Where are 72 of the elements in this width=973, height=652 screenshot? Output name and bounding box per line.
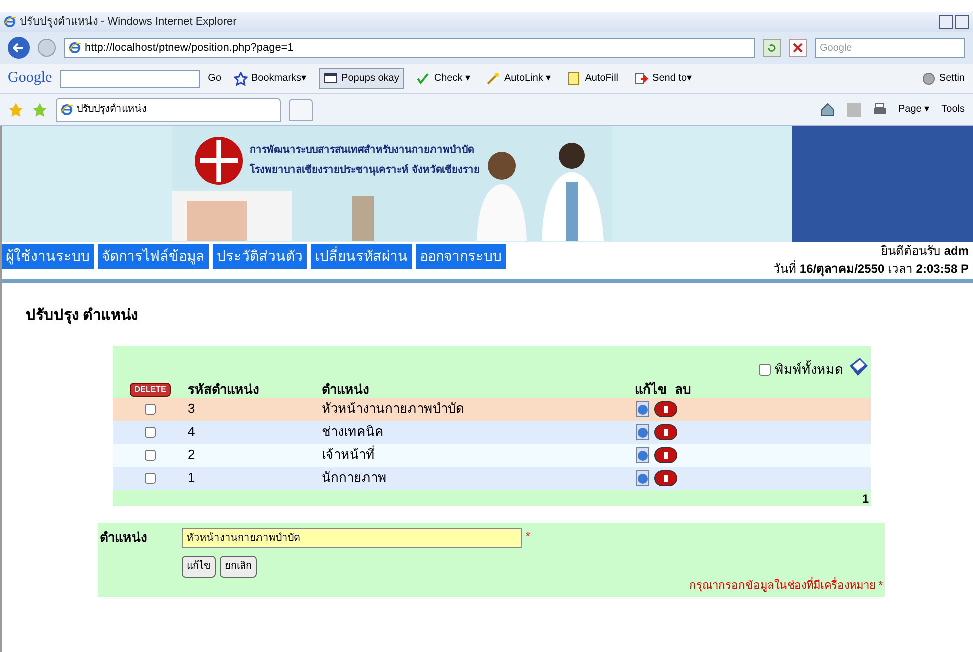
edit-icon[interactable] xyxy=(635,400,652,418)
page-title: ปรับปรุง ตำแหน่ง xyxy=(26,307,138,324)
page-icon xyxy=(69,42,81,54)
checkbox-label: พิมพ์ทั้งหมด xyxy=(775,360,843,379)
checkbox[interactable] xyxy=(145,450,156,460)
window-icon xyxy=(324,72,338,86)
back-arrow-icon xyxy=(13,42,25,54)
delete-icon[interactable] xyxy=(654,424,678,440)
close-icon xyxy=(793,43,803,53)
delete-icon[interactable] xyxy=(654,446,678,464)
toolbar-button[interactable]: Check ▾ xyxy=(412,69,474,88)
hint-text: กรุณากรอกข้อมูลในช่องที่มีเครื่องหมาย * xyxy=(690,578,883,594)
browser-icon xyxy=(4,16,16,28)
wand-icon xyxy=(486,72,500,86)
back-button[interactable] xyxy=(8,37,30,59)
search-field[interactable]: Google xyxy=(815,38,965,58)
nav-tab[interactable]: ประวัติส่วนตัว xyxy=(213,244,307,269)
checkbox[interactable] xyxy=(759,364,771,376)
nav-tab[interactable]: เปลี่ยนรหัสผ่าน xyxy=(311,244,412,269)
nav-tab[interactable]: จัดการไฟล์ข้อมูล xyxy=(98,244,209,269)
nav-tab[interactable]: ผู้ใช้งานระบบ xyxy=(2,244,94,269)
settings-button[interactable]: Settin xyxy=(923,71,965,86)
star-icon xyxy=(234,72,248,86)
checkmark-icon xyxy=(416,72,430,86)
google-logo: Google xyxy=(8,69,52,88)
page-icon xyxy=(61,104,73,116)
print-icon[interactable] xyxy=(872,102,886,116)
delete-icon[interactable] xyxy=(654,470,678,486)
refresh-icon xyxy=(767,43,777,53)
home-icon[interactable] xyxy=(820,102,834,116)
column-header: ตำแหน่ง xyxy=(322,380,370,399)
checkbox[interactable] xyxy=(145,472,156,484)
delete-button[interactable]: DELETE xyxy=(130,382,172,396)
edit-icon[interactable] xyxy=(635,446,652,464)
input-field[interactable]: หัวหน้างานกายภาพบำบัด xyxy=(182,528,522,548)
header-text: โรงพยาบาลเชียงรายประชานุเคราะห์ จังหวัดเชียงราย xyxy=(250,163,480,178)
form-button[interactable]: แก้ไข xyxy=(182,556,216,578)
column-header: รหัสตำแหน่ง xyxy=(188,380,260,399)
minimize-button[interactable] xyxy=(939,15,953,29)
column-header: แก้ไข xyxy=(635,380,667,399)
arrow-icon xyxy=(634,72,649,86)
window-title: ปรับปรุงตำแหน่ง - Windows Internet Explorer xyxy=(20,14,237,30)
checkbox[interactable] xyxy=(145,404,156,414)
toolbar-button[interactable]: AutoLink ▾ xyxy=(482,69,556,88)
page-number: 1 xyxy=(862,490,869,506)
address-field[interactable]: http://localhost/ptnew/position.php?page=1 xyxy=(64,38,755,58)
stop-button[interactable] xyxy=(789,39,807,57)
go-button[interactable]: Go xyxy=(208,71,222,86)
toolbar-button[interactable]: Send to▾ xyxy=(630,69,696,88)
google-search-field[interactable] xyxy=(60,70,200,88)
edit-icon[interactable] xyxy=(635,424,652,440)
browser-tab[interactable]: ปรับปรุงตำแหน่ง xyxy=(56,98,281,122)
refresh-button[interactable] xyxy=(763,39,781,57)
column-header: ลบ xyxy=(675,380,691,399)
field-label: ตำแหน่ง xyxy=(100,528,148,547)
toolbar-button[interactable]: Page ▾ xyxy=(898,102,930,117)
header-text: การพัฒนาระบบสารสนเทศสำหรับงานกายภาพบำบัด xyxy=(250,144,475,158)
nav-tab[interactable]: ออกจากระบบ xyxy=(416,244,506,269)
toolbar-button[interactable]: Tools xyxy=(942,102,965,117)
required-mark: * xyxy=(526,530,530,546)
welcome-text: ยินดีต้อนรับ adm xyxy=(880,243,969,260)
toolbar-button[interactable]: AutoFill xyxy=(563,69,623,88)
checkbox[interactable] xyxy=(145,426,156,438)
url-text: http://localhost/ptnew/position.php?page=1 xyxy=(85,40,294,56)
date-time-text: วันที่ 16/ตุลาคม/2550 เวลา 2:03:58 P xyxy=(774,260,969,278)
toolbar-button[interactable]: Bookmarks▾ xyxy=(230,69,311,88)
edit-icon[interactable] xyxy=(635,470,652,486)
delete-icon[interactable] xyxy=(654,400,678,418)
restore-button[interactable] xyxy=(955,15,969,29)
form-icon xyxy=(567,72,582,86)
form-button[interactable]: ยกเลิก xyxy=(220,556,257,578)
toolbar-button[interactable]: Popups okay xyxy=(318,68,404,89)
